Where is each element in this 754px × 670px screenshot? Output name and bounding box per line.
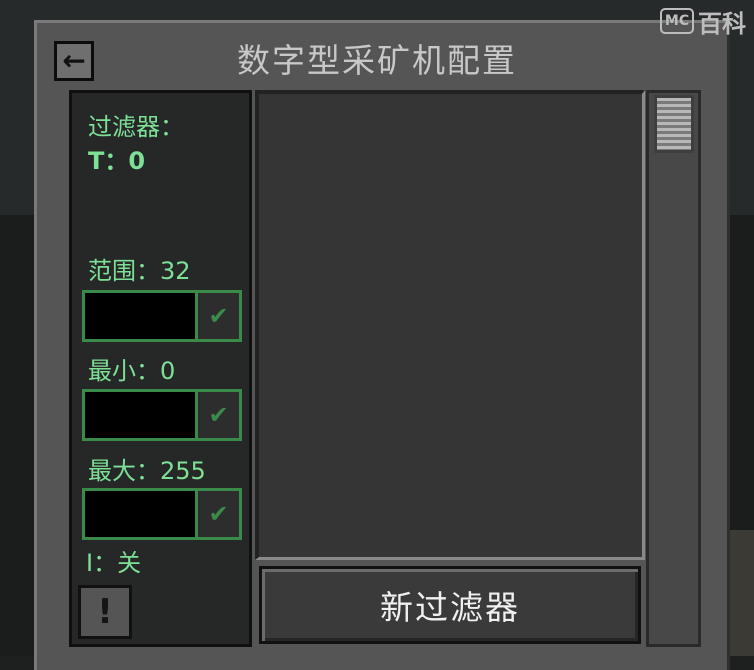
max-y-input[interactable] [85,491,195,537]
filter-label: 过滤器： [88,113,184,141]
range-input[interactable] [85,293,195,339]
filter-count: T：0 [88,147,146,175]
range-field: ✔ [82,290,242,342]
scrollbar-thumb[interactable] [654,95,694,153]
max-y-label: 最大：255 [88,457,206,485]
digital-miner-config-window: ← 数字型采矿机配置 过滤器： T：0 范围：32 ✔ 最小：0 ✔ 最大：25… [34,20,730,670]
watermark-text: 百科 [698,9,746,38]
min-y-input[interactable] [85,392,195,438]
window-title: 数字型采矿机配置 [237,41,517,80]
checkmark-icon: ✔ [208,401,229,429]
range-label: 范围：32 [88,257,191,285]
filter-list[interactable] [255,90,645,560]
checkmark-icon: ✔ [208,302,229,330]
checkmark-icon: ✔ [208,500,229,528]
sidebar-panel: 过滤器： T：0 范围：32 ✔ 最小：0 ✔ 最大：255 ✔ I：关 ! [69,90,252,647]
range-confirm-button[interactable]: ✔ [195,293,239,339]
min-y-confirm-button[interactable]: ✔ [195,392,239,438]
new-filter-button[interactable]: 新过滤器 [259,566,641,644]
min-y-field: ✔ [82,389,242,441]
max-y-field: ✔ [82,488,242,540]
exclamation-icon: ! [97,592,113,632]
min-y-label: 最小：0 [88,357,176,385]
inverse-mode-label: I：关 [86,549,142,577]
warning-button[interactable]: ! [78,585,132,639]
back-button[interactable]: ← [54,41,94,81]
max-y-confirm-button[interactable]: ✔ [195,491,239,537]
scrollbar-track[interactable] [646,90,701,647]
mc-badge: MC [660,8,694,34]
mcmod-watermark: MC 百科 [660,6,746,38]
arrow-left-icon: ← [62,44,86,77]
